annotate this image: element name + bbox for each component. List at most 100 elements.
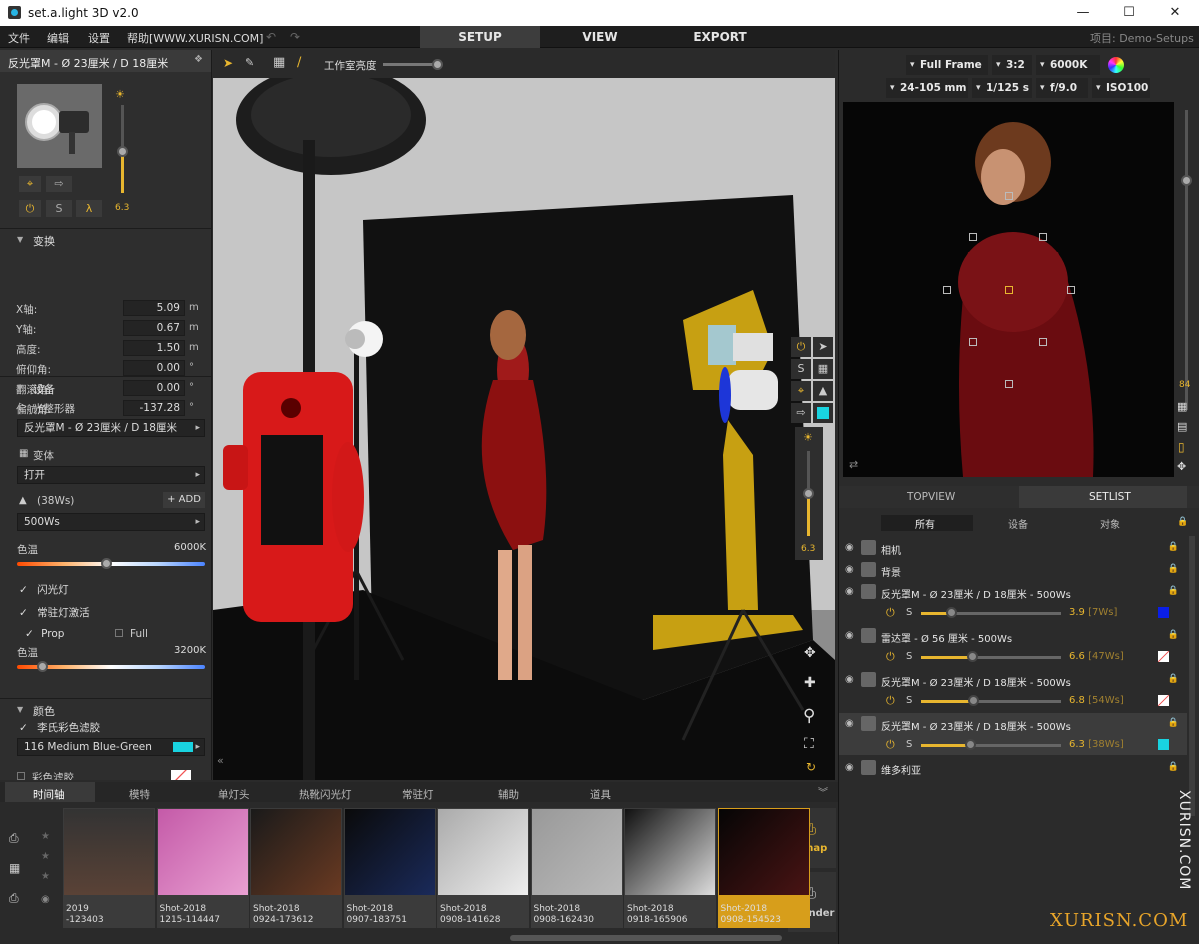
solo-button[interactable]: S <box>46 200 72 217</box>
af-point[interactable] <box>969 233 977 241</box>
setlist-item[interactable]: ◉ 反光罩M - Ø 23厘米 / D 18厘米 - 500Ws 🔒 <box>839 581 1187 603</box>
brightness-knob[interactable] <box>432 59 443 70</box>
power-dropdown[interactable]: 500Ws ▸ <box>17 513 205 531</box>
af-point[interactable] <box>1039 233 1047 241</box>
bottom-tab[interactable]: 常驻灯 <box>402 787 434 802</box>
light-power-icon[interactable]: ⏻ <box>791 337 811 357</box>
no-color-swatch[interactable] <box>171 770 191 780</box>
grid-overlay-icon[interactable]: ▦ <box>1177 400 1187 413</box>
af-point[interactable] <box>1067 286 1075 294</box>
light-grid-icon[interactable]: ▦ <box>813 359 833 379</box>
af-point[interactable] <box>969 338 977 346</box>
setlist-item[interactable]: ◉ 相机 🔒 <box>839 537 1187 559</box>
af-point[interactable] <box>1039 338 1047 346</box>
bottom-tab[interactable]: 模特 <box>129 787 150 802</box>
tab-view[interactable]: VIEW <box>540 26 660 48</box>
af-point[interactable] <box>1005 192 1013 200</box>
power-icon[interactable]: ⏻ <box>19 200 41 217</box>
bottom-tab[interactable]: 热靴闪光灯 <box>299 787 352 802</box>
filter-lock-icon[interactable]: 🔒 <box>1177 517 1188 527</box>
timeline-scrollbar[interactable] <box>510 935 782 941</box>
zoom-knob[interactable] <box>1181 175 1192 186</box>
grid-icon[interactable]: ▦ <box>273 55 285 70</box>
modifier-dropdown[interactable]: 反光罩M - Ø 23厘米 / D 18厘米 ▸ <box>17 419 205 437</box>
tab-setup[interactable]: SETUP <box>420 26 540 48</box>
maximize-button[interactable]: ☐ <box>1106 0 1152 26</box>
reset-view-icon[interactable]: ↻ <box>806 760 816 774</box>
shot-thumbnail[interactable]: Shot-2018 0924-173612 <box>250 808 342 928</box>
color-temp2-knob[interactable] <box>37 661 48 672</box>
collapse-bottom-icon[interactable]: ︾ <box>818 784 828 799</box>
orbit-icon[interactable]: ✥ <box>804 645 816 661</box>
ratio-dropdown[interactable]: 3:2 <box>992 55 1032 75</box>
light-move-icon[interactable]: ⇨ <box>791 403 811 423</box>
color-temp-knob[interactable] <box>101 558 112 569</box>
bottom-tab[interactable]: 道具 <box>590 787 611 802</box>
measure-icon[interactable]: ✎ <box>245 56 254 69</box>
flash-checkbox[interactable]: ✓ 闪光灯 <box>19 582 69 597</box>
bottom-tab[interactable]: 时间轴 <box>33 787 65 802</box>
setlist-item[interactable]: ◉ 反光罩M - Ø 23厘米 / D 18厘米 - 500Ws 🔒 <box>839 669 1187 691</box>
section-color[interactable]: ▼ 颜色 <box>0 698 211 718</box>
transform-value[interactable]: 5.09 <box>123 300 185 316</box>
star-icon[interactable]: ★ <box>41 851 50 862</box>
gel-checkbox[interactable]: ✓ 李氏彩色滤胶 <box>19 720 100 735</box>
select-icon[interactable]: ➤ <box>223 56 233 70</box>
tab-topview[interactable]: TOPVIEW <box>907 491 955 503</box>
redo-icon[interactable]: ↷ <box>290 30 300 44</box>
aperture-dropdown[interactable]: f/9.0 <box>1036 78 1088 98</box>
light-type-icon[interactable]: ▲ <box>813 381 833 401</box>
shot-thumbnail[interactable]: 2019 -123403 <box>63 808 155 928</box>
filter-objects[interactable]: 对象 <box>1100 516 1120 531</box>
iso-dropdown[interactable]: ISO100 <box>1092 78 1150 98</box>
eye-icon[interactable]: ◉ <box>41 894 50 905</box>
line-icon[interactable]: ∕ <box>297 55 301 70</box>
move-camera-icon[interactable]: ✥ <box>1177 460 1186 473</box>
orientation-icon[interactable]: ▯ <box>1178 440 1185 454</box>
collapse-left-icon[interactable]: « <box>217 754 224 767</box>
tab-setlist[interactable]: SETLIST <box>1089 491 1131 503</box>
section-equipment[interactable]: ▼ 设备 <box>0 376 211 396</box>
target-icon[interactable]: ⌖ <box>19 176 41 192</box>
af-point[interactable] <box>943 286 951 294</box>
shot-thumbnail[interactable]: Shot-2018 0918-165906 <box>624 808 716 928</box>
bottom-tab[interactable]: 辅助 <box>498 787 519 802</box>
camera-add-icon[interactable]: ⎙ <box>9 831 19 846</box>
close-button[interactable]: ✕ <box>1152 0 1198 26</box>
menu-edit[interactable]: 编辑 <box>47 30 69 46</box>
minimize-button[interactable]: — <box>1060 0 1106 26</box>
shot-thumbnail[interactable]: Shot-2018 1215-114447 <box>156 808 249 928</box>
variant-dropdown[interactable]: 打开 ▸ <box>17 466 205 484</box>
filter-equipment[interactable]: 设备 <box>1008 516 1028 531</box>
swap-icon[interactable]: ⇄ <box>849 458 858 471</box>
menu-file[interactable]: 文件 <box>8 30 30 46</box>
bottom-tab[interactable]: 单灯头 <box>218 787 250 802</box>
shutter-dropdown[interactable]: 1/125 s <box>972 78 1032 98</box>
af-point[interactable] <box>1005 380 1013 388</box>
light-select-icon[interactable]: ➤ <box>813 337 833 357</box>
transform-value[interactable]: 1.50 <box>123 340 185 356</box>
sensor-dropdown[interactable]: Full Frame <box>906 55 988 75</box>
shot-thumbnail[interactable]: Shot-2018 0908-141628 <box>437 808 529 928</box>
light-slider-knob[interactable] <box>117 146 128 157</box>
setlist-item[interactable]: ◉ 反光罩M - Ø 23厘米 / D 18厘米 - 500Ws 🔒 <box>839 713 1187 735</box>
add-button[interactable]: + ADD <box>163 492 205 508</box>
zoom-slider[interactable] <box>1185 110 1188 410</box>
gel-dropdown[interactable]: 116 Medium Blue-Green ▸ <box>17 738 205 756</box>
af-point-active[interactable] <box>1005 286 1013 294</box>
light-power-knob[interactable] <box>803 488 814 499</box>
undo-icon[interactable]: ↶ <box>266 30 276 44</box>
star-icon[interactable]: ★ <box>41 831 50 842</box>
setlist-item[interactable]: ◉ 雷达罩 - Ø 56 厘米 - 500Ws 🔒 <box>839 625 1187 647</box>
shot-thumbnail[interactable]: Shot-2018 0908-162430 <box>530 808 623 928</box>
shot-thumbnail[interactable]: Shot-2018 0907-183751 <box>343 808 436 928</box>
lens-dropdown[interactable]: 24-105 mm <box>886 78 968 98</box>
film-icon[interactable]: ▦ <box>9 861 20 875</box>
setlist-scrollbar[interactable] <box>1189 536 1195 816</box>
tab-export[interactable]: EXPORT <box>660 26 780 48</box>
setlist-item[interactable]: ◉ 维多利亚 🔒 <box>839 757 1187 779</box>
transform-value[interactable]: 0.00 <box>123 360 185 376</box>
transform-value[interactable]: 0.67 <box>123 320 185 336</box>
move-icon[interactable]: ⇨ <box>46 176 72 192</box>
shot-thumbnail[interactable]: Shot-2018 0908-154523 <box>717 808 810 928</box>
